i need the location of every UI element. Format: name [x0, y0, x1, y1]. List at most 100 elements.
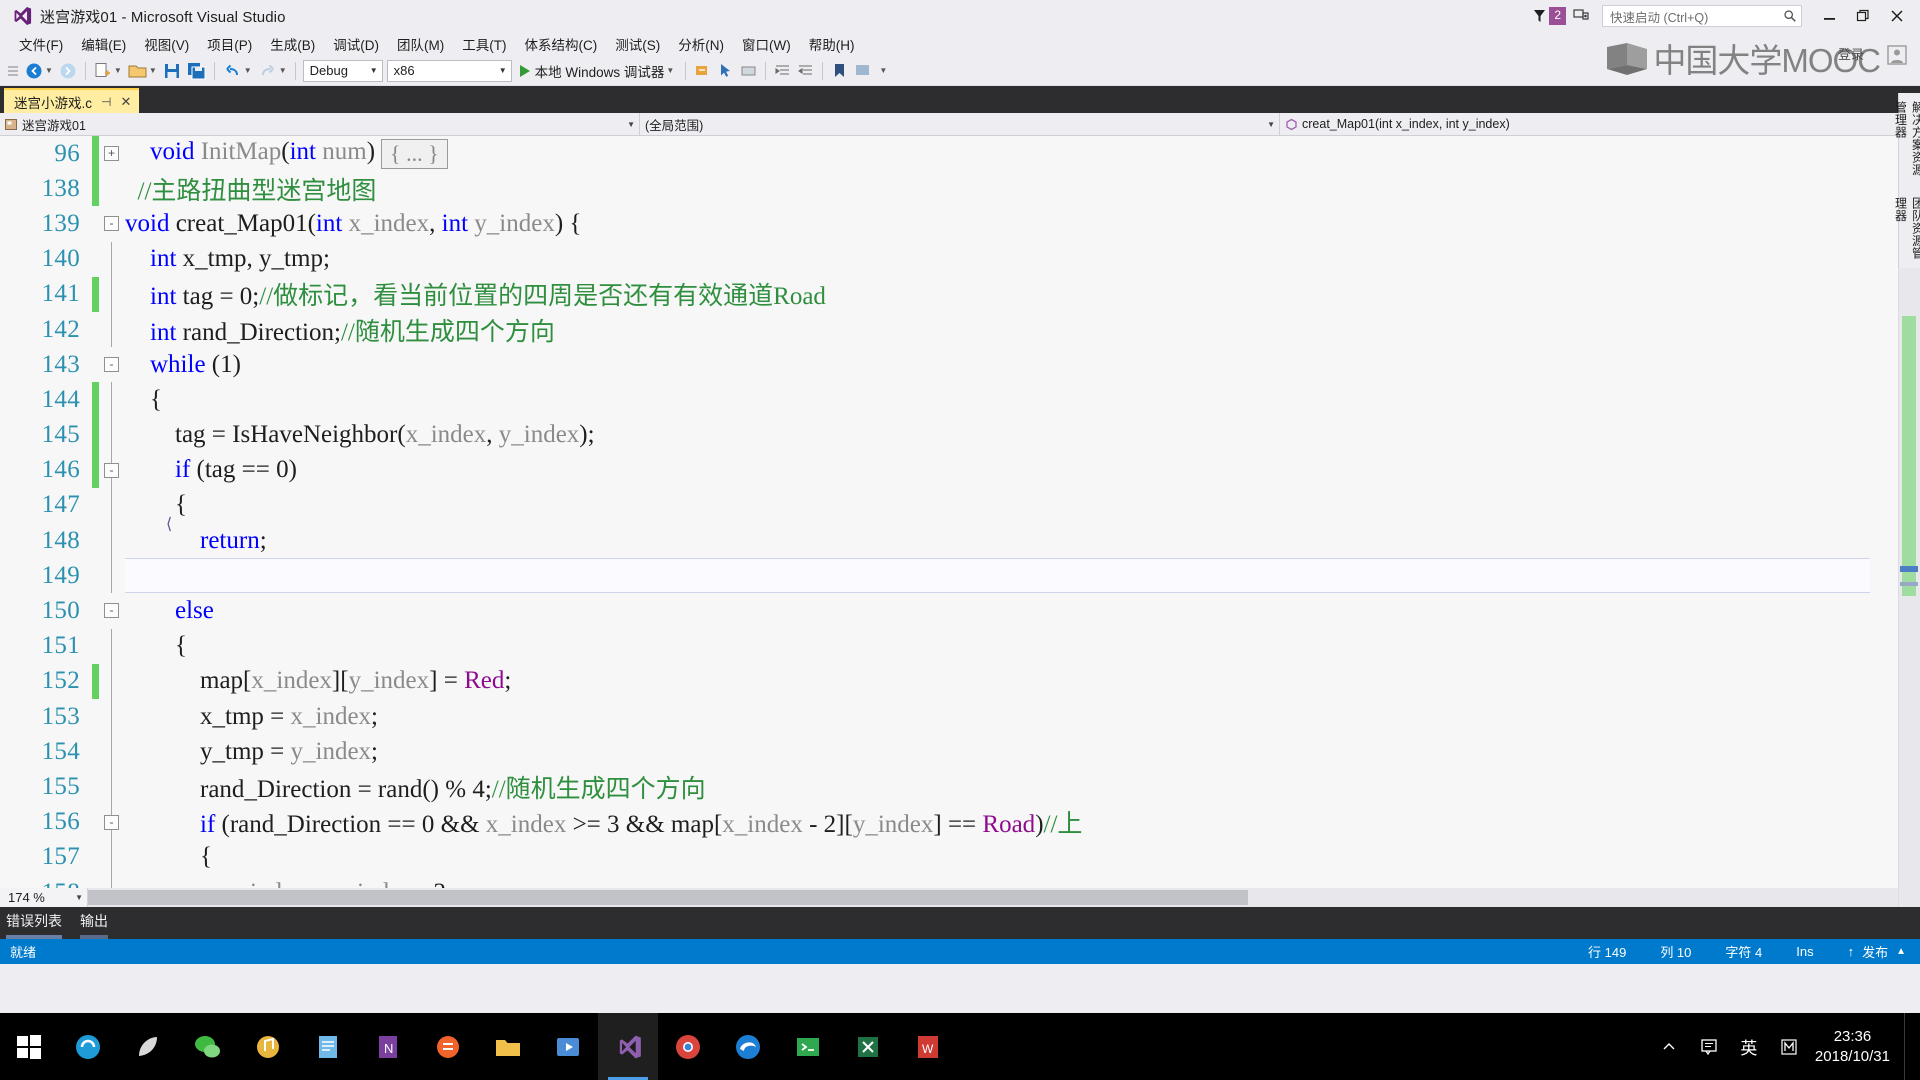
taskbar-app-terminal[interactable]	[778, 1013, 838, 1080]
outlining-column[interactable]	[99, 417, 125, 453]
taskbar-app-notes[interactable]	[298, 1013, 358, 1080]
editor-line[interactable]: 138 //主路扭曲型迷宫地图	[0, 171, 1920, 207]
taskbar-app-taobao[interactable]	[418, 1013, 478, 1080]
outlining-column[interactable]: -	[99, 452, 125, 488]
publish-label[interactable]: 发布	[1862, 942, 1888, 961]
new-project-button[interactable]: ▼	[91, 59, 125, 83]
menu-item-build[interactable]: 生成(B)	[261, 32, 324, 56]
editor-line[interactable]: 141 int tag = 0;//做标记，看当前位置的四周是否还有有效通道Ro…	[0, 276, 1920, 312]
navigate-forward-button[interactable]	[56, 59, 80, 83]
ime-mode-indicator[interactable]	[1769, 1013, 1809, 1080]
code-text[interactable]: {	[125, 843, 1920, 871]
editor-horizontal-scrollbar[interactable]: 174 % ▼	[0, 888, 1898, 907]
outdent-button[interactable]	[794, 59, 817, 83]
redo-caret-icon[interactable]: ▼	[279, 66, 287, 75]
outlining-column[interactable]: +	[99, 136, 125, 171]
code-text[interactable]: return;	[125, 527, 1920, 555]
collapsed-region-box[interactable]: { ... }	[381, 138, 448, 169]
editor-line[interactable]: 153 x_tmp = x_index;	[0, 699, 1920, 735]
indent-button[interactable]	[771, 59, 794, 83]
outlining-column[interactable]	[99, 241, 125, 277]
taskbar-app-qq-music[interactable]	[238, 1013, 298, 1080]
menu-item-edit[interactable]: 编辑(E)	[72, 32, 135, 56]
tab-error-list[interactable]: 错误列表	[6, 911, 62, 939]
open-file-button[interactable]: ▼	[125, 59, 160, 83]
pointer-button[interactable]	[714, 59, 737, 83]
signin-link[interactable]: 登录	[1838, 44, 1864, 63]
code-editor[interactable]: 96 + void InitMap(int num){ ... } 138 //主路…	[0, 136, 1920, 907]
editor-line[interactable]: 147 {	[0, 487, 1920, 524]
undo-button[interactable]: ▼	[220, 59, 255, 83]
start-debug-caret-icon[interactable]: ▼	[666, 66, 674, 75]
show-desktop-button[interactable]	[1904, 1013, 1914, 1080]
tool-window-tab-solution-explorer[interactable]: 解决方案资源管理器	[1891, 93, 1920, 189]
code-text[interactable]: //主路扭曲型迷宫地图	[125, 171, 1920, 207]
taskbar-app-folder-explorer[interactable]	[478, 1013, 538, 1080]
close-button[interactable]	[1880, 0, 1914, 32]
menu-item-help[interactable]: 帮助(H)	[800, 32, 864, 56]
ime-language-indicator[interactable]: 英	[1729, 1013, 1769, 1080]
code-text[interactable]: map[x_index][y_index] = Red;	[125, 667, 1920, 695]
status-bar-publish-group[interactable]: ↑ 发布 ▲	[1848, 942, 1920, 961]
toolbar-overflow-button[interactable]: ▼	[874, 59, 890, 83]
chevron-up-icon[interactable]: ▲	[1896, 946, 1906, 957]
code-text[interactable]: while (1)	[125, 351, 1920, 379]
collapse-region-icon[interactable]: -	[104, 814, 119, 830]
menu-item-debug[interactable]: 调试(D)	[324, 32, 388, 56]
horizontal-scrollbar-track[interactable]	[88, 888, 1898, 907]
outlining-column[interactable]	[99, 769, 125, 805]
code-text[interactable]: if (rand_Direction == 0 && x_index >= 3 …	[125, 804, 1920, 840]
editor-line[interactable]: 148 return;	[0, 523, 1920, 559]
code-text[interactable]: void creat_Map01(int x_index, int y_inde…	[125, 210, 1920, 238]
menu-item-window[interactable]: 窗口(W)	[733, 32, 800, 56]
code-text[interactable]: int tag = 0;//做标记，看当前位置的四周是否还有有效通道Road	[125, 276, 1920, 312]
platform-combo[interactable]: x86 ▼	[386, 59, 512, 82]
code-text[interactable]: }	[125, 561, 1920, 590]
code-text[interactable]: int x_tmp, y_tmp;	[125, 245, 1920, 273]
redo-button[interactable]: ▼	[255, 59, 290, 83]
editor-line[interactable]: 146 - if (tag == 0)	[0, 452, 1920, 488]
editor-line[interactable]: 150 - else	[0, 593, 1920, 628]
taskbar-app-wechat[interactable]	[178, 1013, 238, 1080]
taskbar-app-media-player[interactable]	[538, 1013, 598, 1080]
taskbar-app-feather[interactable]	[118, 1013, 178, 1080]
step-button[interactable]	[691, 59, 714, 83]
outlining-column[interactable]	[99, 171, 125, 206]
account-icon[interactable]	[1886, 44, 1908, 66]
navbar-project-combo[interactable]: 迷宫游戏01 ▼	[0, 113, 640, 135]
taskbar-clock[interactable]: 23:36 2018/10/31	[1809, 1027, 1904, 1067]
code-text[interactable]: tag = IsHaveNeighbor(x_index, y_index);	[125, 421, 1920, 449]
collapse-region-icon[interactable]: -	[104, 603, 119, 619]
outlining-column[interactable]: -	[99, 593, 125, 628]
comment-button[interactable]	[851, 59, 874, 83]
outlining-column[interactable]	[99, 382, 125, 418]
document-tab-maze-game-c[interactable]: 迷宫小游戏.c ⊣ ✕	[4, 88, 140, 113]
taskbar-app-visual-studio[interactable]	[598, 1013, 658, 1080]
code-text[interactable]: y_tmp = y_index;	[125, 738, 1920, 766]
toolbox-button[interactable]	[737, 59, 760, 83]
maximize-button[interactable]	[1846, 0, 1880, 32]
editor-line[interactable]: 156 - if (rand_Direction == 0 && x_index …	[0, 804, 1920, 840]
horizontal-scrollbar-thumb[interactable]	[88, 890, 1248, 905]
minimize-button[interactable]	[1812, 0, 1846, 32]
code-text[interactable]: {	[125, 491, 1920, 519]
taskbar-app-excel[interactable]	[838, 1013, 898, 1080]
navbar-scope-combo[interactable]: (全局范围) ▼	[640, 113, 1280, 135]
editor-line[interactable]: 143 - while (1)	[0, 347, 1920, 382]
save-button[interactable]	[160, 59, 184, 83]
editor-line[interactable]: 145 tag = IsHaveNeighbor(x_index, y_inde…	[0, 417, 1920, 453]
new-project-caret-icon[interactable]: ▼	[114, 66, 122, 75]
code-text[interactable]: {	[125, 386, 1920, 414]
taskbar-app-browser-360[interactable]	[58, 1013, 118, 1080]
editor-line[interactable]: 152 map[x_index][y_index] = Red;	[0, 663, 1920, 699]
code-text[interactable]: void InitMap(int num){ ... }	[125, 138, 1920, 169]
quick-launch-input[interactable]: 快速启动 (Ctrl+Q)	[1602, 5, 1802, 27]
feedback-funnel-icon[interactable]: 2	[1532, 6, 1566, 26]
menu-item-tools[interactable]: 工具(T)	[453, 32, 515, 56]
navbar-member-combo[interactable]: creat_Map01(int x_index, int y_index) ▼	[1280, 113, 1920, 135]
menu-item-view[interactable]: 视图(V)	[135, 32, 198, 56]
windows-start-icon[interactable]	[0, 1013, 58, 1080]
menu-item-project[interactable]: 项目(P)	[198, 32, 261, 56]
outlining-column[interactable]	[99, 558, 125, 594]
configuration-combo[interactable]: Debug ▼	[302, 59, 383, 82]
